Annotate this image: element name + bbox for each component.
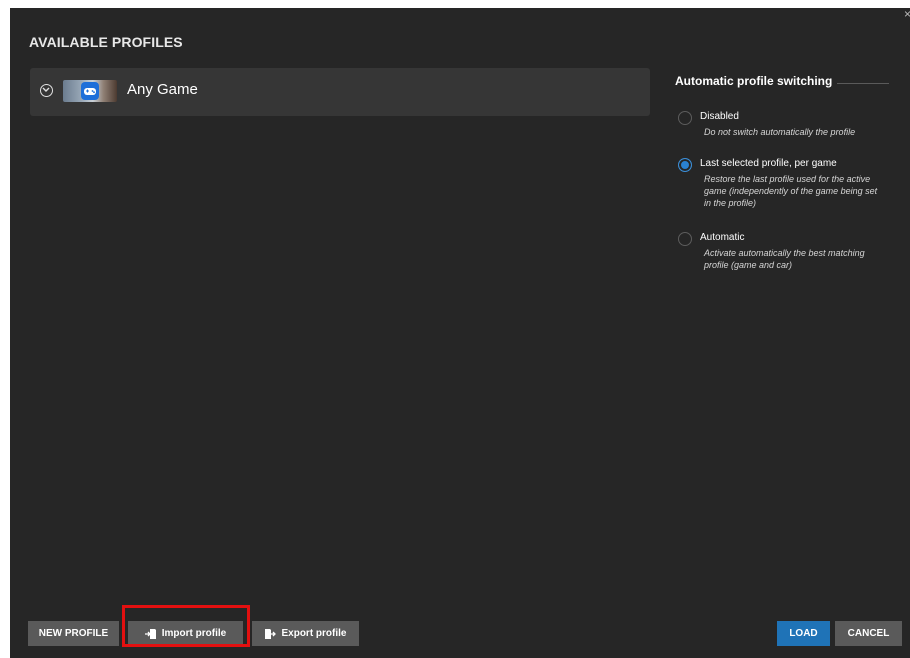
export-profile-button[interactable]: Export profile [252,621,359,646]
export-profile-label: Export profile [281,628,347,639]
load-button[interactable]: LOAD [777,621,830,646]
switching-title: Automatic profile switching [675,74,900,88]
profile-name: Any Game [127,81,198,98]
import-icon [144,628,157,640]
radio-last-selected[interactable] [678,158,692,172]
close-icon[interactable]: × [904,8,910,20]
profile-thumbnail [63,80,117,102]
new-profile-button[interactable]: NEW PROFILE [28,621,119,646]
import-profile-label: Import profile [161,628,227,639]
cancel-label: CANCEL [847,628,890,639]
dialog-title: AVAILABLE PROFILES [29,34,183,50]
option-automatic-label: Automatic [700,232,745,243]
radio-disabled[interactable] [678,111,692,125]
option-disabled-label: Disabled [700,111,739,122]
option-disabled-desc: Do not switch automatically the profile [704,127,856,137]
profiles-dialog: AVAILABLE PROFILES Any Game Automatic pr… [10,8,910,658]
load-label: LOAD [789,628,818,639]
chevron-down-icon[interactable] [40,84,53,97]
option-automatic-desc: Activate automatically the best matching… [704,248,865,270]
option-last-selected-label: Last selected profile, per game [700,158,837,169]
new-profile-label: NEW PROFILE [38,628,109,639]
export-icon [264,628,277,640]
radio-automatic[interactable] [678,232,692,246]
cancel-button[interactable]: CANCEL [835,621,902,646]
option-last-selected-desc: Restore the last profile used for the ac… [704,174,878,208]
gamepad-icon [81,82,99,100]
automatic-switching-panel: Automatic profile switching Disabled Do … [675,74,900,270]
profile-row-any-game[interactable]: Any Game [30,68,650,116]
import-profile-button[interactable]: Import profile [128,621,243,646]
